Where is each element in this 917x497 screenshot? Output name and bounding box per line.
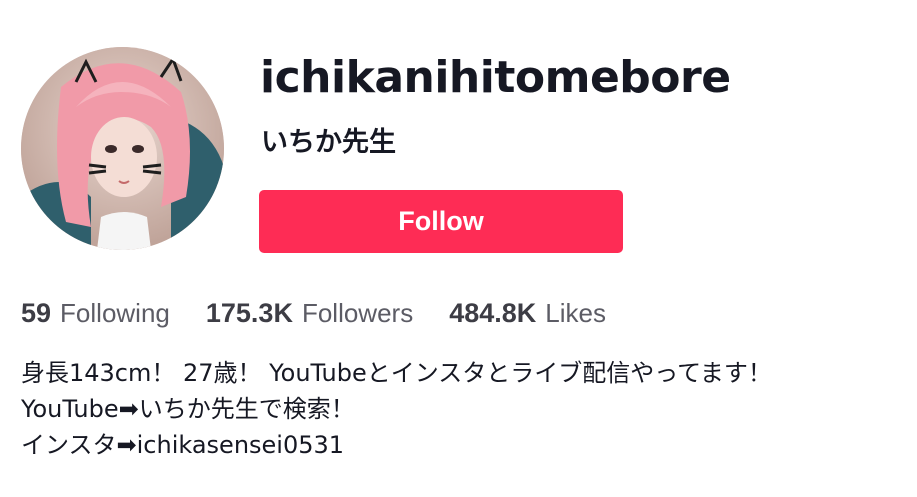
bio-line: 身長143cm！ 27歳！ YouTubeとインスタとライブ配信やってます！ xyxy=(21,359,772,387)
stat-following[interactable]: 59 Following xyxy=(21,298,170,329)
followers-label: Followers xyxy=(301,298,414,328)
likes-count: 484.8K xyxy=(449,298,537,328)
bio-line: インスタ➡ichikasensei0531 xyxy=(21,431,345,459)
follow-button[interactable]: Follow xyxy=(259,190,623,253)
avatar-image xyxy=(21,47,224,250)
bio-line: YouTube➡いちか先生で検索！ xyxy=(21,395,355,423)
profile-page: ichikanihitomebore いちか先生 Follow 59 Follo… xyxy=(0,0,917,497)
stat-likes: 484.8K Likes xyxy=(449,298,606,329)
avatar[interactable] xyxy=(21,47,224,250)
bio: 身長143cm！ 27歳！ YouTubeとインスタとライブ配信やってます！ Y… xyxy=(21,355,772,463)
nickname: いちか先生 xyxy=(261,127,396,158)
username: ichikanihitomebore xyxy=(260,52,731,103)
following-label: Following xyxy=(60,298,170,328)
following-count: 59 xyxy=(21,298,52,328)
stats-row: 59 Following 175.3K Followers 484.8K Lik… xyxy=(21,298,642,329)
stat-followers[interactable]: 175.3K Followers xyxy=(206,298,413,329)
followers-count: 175.3K xyxy=(205,298,293,328)
likes-label: Likes xyxy=(545,298,606,328)
